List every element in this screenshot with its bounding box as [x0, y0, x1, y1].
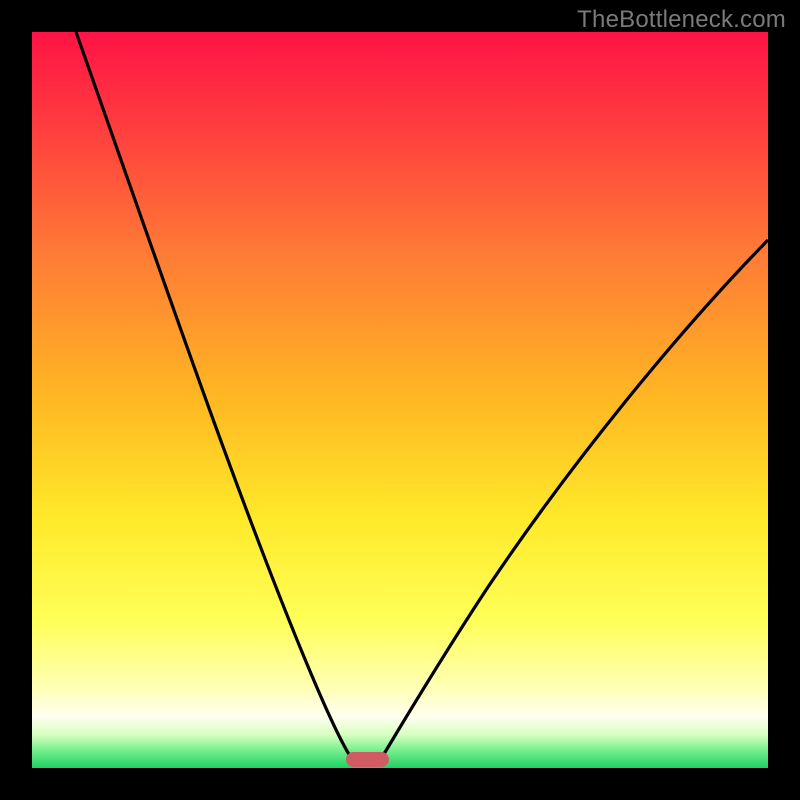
- curve-left: [76, 32, 354, 762]
- bottleneck-marker: [346, 752, 389, 767]
- plot-area: [32, 32, 768, 768]
- bottleneck-curves: [32, 32, 768, 768]
- chart-frame: TheBottleneck.com: [0, 0, 800, 800]
- curve-right: [379, 240, 768, 762]
- watermark-text: TheBottleneck.com: [577, 6, 786, 34]
